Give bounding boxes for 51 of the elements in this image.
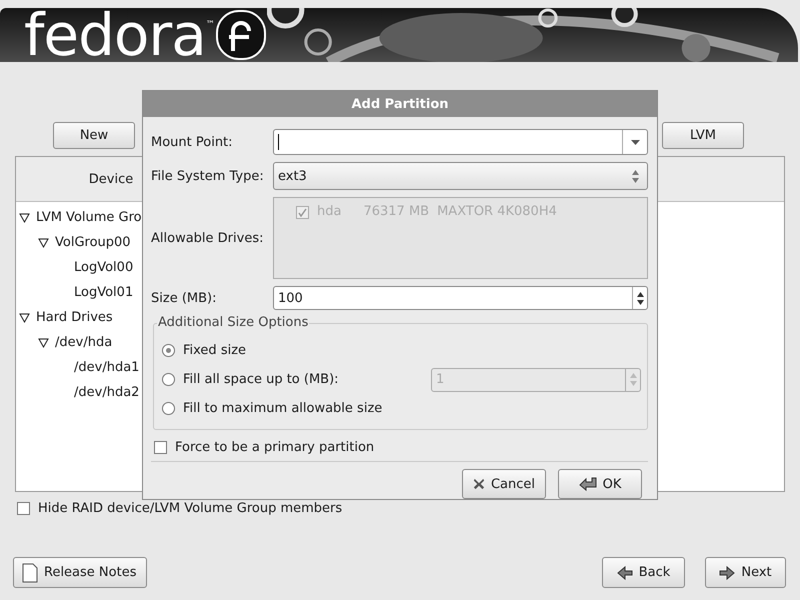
field-label: Size (MB): [151,290,218,306]
radio-button[interactable] [162,344,175,357]
radio-button[interactable] [162,402,175,415]
logo-text: fedora [23,8,206,62]
toolbar-button[interactable]: New [53,122,135,149]
x-icon [473,477,485,491]
tree-item[interactable]: LogVol00 [74,260,134,275]
radio-label[interactable]: Fill to maximum allowable size [183,401,382,416]
toolbar-button[interactable]: LVM [662,122,744,149]
expanded-arrow-icon[interactable] [19,212,30,222]
next-button[interactable]: Next [705,557,786,588]
group-title: Additional Size Options [157,315,310,330]
ok-button[interactable]: OK [558,469,642,499]
cancel-button[interactable]: Cancel [462,469,546,499]
field-label: Allowable Drives: [151,230,264,246]
tree-item[interactable]: /dev/hda [55,335,112,350]
field-label: Mount Point: [151,134,234,150]
tree-item[interactable]: LogVol01 [74,285,134,300]
updown-arrows-icon [632,170,638,182]
checkbox[interactable] [17,502,30,515]
expanded-arrow-icon[interactable] [38,338,49,348]
left-arrow-icon [616,566,633,580]
logo-icon [214,9,267,61]
radio-button[interactable] [162,373,175,386]
file-system-dropdown[interactable]: ext3 [273,162,648,190]
tree-item[interactable]: Hard Drives [36,310,113,325]
field-label: File System Type: [151,168,265,184]
checkbox-label: Hide RAID device/LVM Volume Group members [38,501,342,516]
mount-point-combo[interactable] [273,129,648,155]
size-spinbox[interactable]: 100 [273,286,648,310]
dialog-title: Add Partition [143,91,657,117]
release-notes-button[interactable]: Release Notes [13,557,148,588]
checkbox-label: Force to be a primary partition [175,440,374,455]
document-icon [22,562,38,582]
right-arrow-icon [719,566,736,580]
radio-label[interactable]: Fill all space up to (MB): [183,372,339,387]
dropdown-arrow-icon[interactable] [630,140,640,144]
spin-arrows-icon[interactable] [636,292,644,304]
back-button[interactable]: Back [602,557,685,588]
drive-size: 76317 MB [363,204,430,219]
drive-model: MAXTOR 4K080H4 [437,204,557,219]
checkbox[interactable] [154,441,167,454]
tree-item[interactable]: LVM Volume Gro [36,210,142,225]
drive-name: hda [317,204,342,219]
radio-label[interactable]: Fixed size [183,343,246,358]
expanded-arrow-icon[interactable] [38,238,49,248]
tree-item[interactable]: /dev/hda2 [74,385,140,400]
tree-item[interactable]: VolGroup00 [55,235,131,250]
tree-item[interactable]: /dev/hda1 [74,360,140,375]
trademark: ™ [206,20,215,30]
expanded-arrow-icon[interactable] [19,312,30,322]
